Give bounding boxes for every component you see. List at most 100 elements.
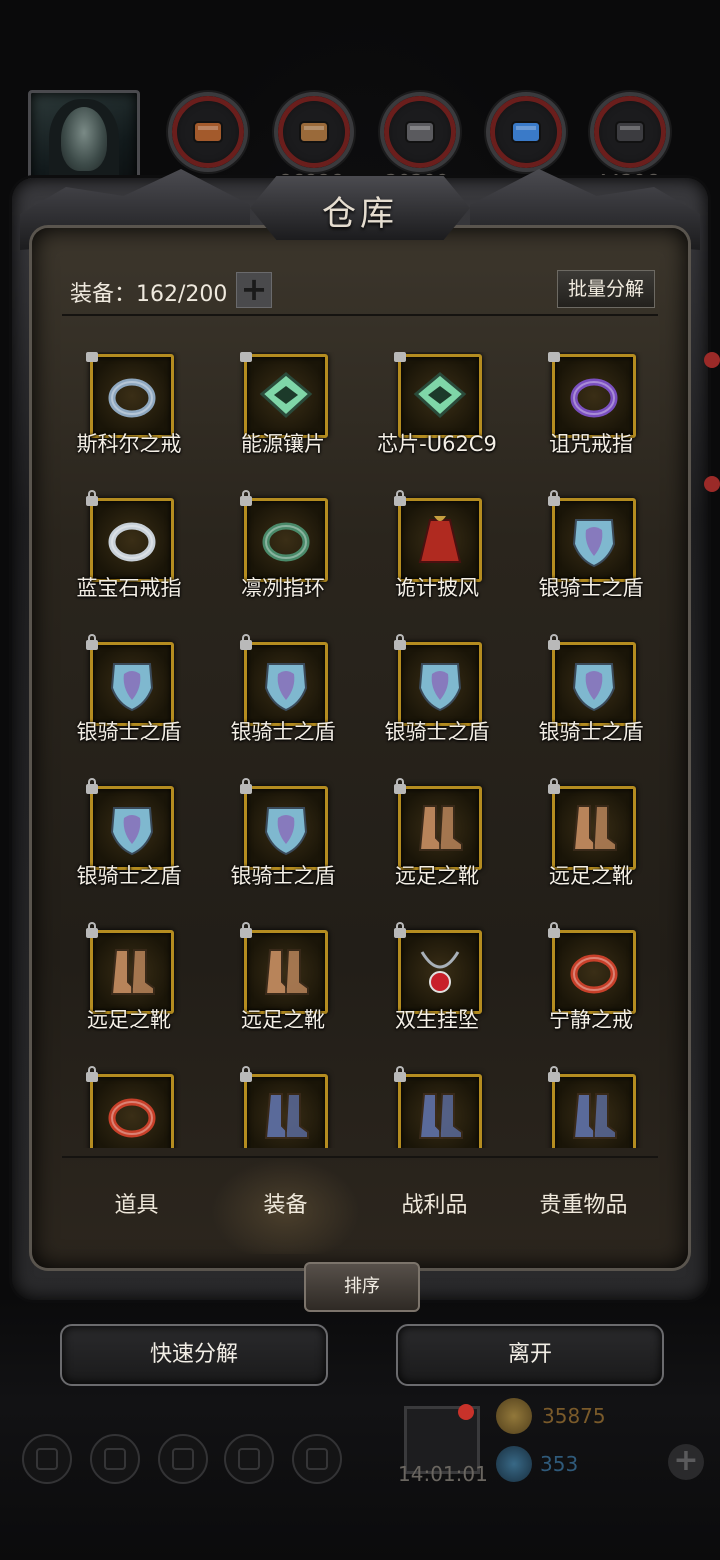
pendant-icon — [420, 951, 460, 993]
leave-button[interactable]: 离开 — [396, 1324, 664, 1386]
shield-icon — [418, 663, 462, 712]
sort-button[interactable]: 排序 — [304, 1262, 420, 1312]
shield-icon — [572, 519, 616, 568]
item-slot[interactable]: 银骑士之盾 — [206, 634, 360, 784]
lock-icon[interactable] — [394, 778, 408, 794]
guild-icon[interactable] — [158, 1434, 208, 1484]
ring-icon — [570, 378, 618, 418]
lock-icon[interactable] — [548, 634, 562, 650]
item-name: 斯科尔之戒 — [76, 432, 182, 456]
item-frame — [552, 642, 636, 726]
mail-icon[interactable] — [224, 1434, 274, 1484]
shield-icon — [110, 807, 154, 856]
crystal-icon[interactable] — [486, 92, 566, 172]
lock-icon[interactable] — [548, 490, 562, 506]
item-slot[interactable]: 远足之靴 — [52, 922, 206, 1072]
tab-label: 道具 — [114, 1193, 159, 1218]
item-slot[interactable] — [514, 1066, 668, 1148]
item-frame — [398, 354, 482, 438]
lock-icon[interactable] — [548, 778, 562, 794]
lock-icon[interactable] — [548, 922, 562, 938]
lock-icon[interactable] — [548, 352, 562, 362]
batch-dismantle-button[interactable]: 批量分解 — [557, 270, 655, 308]
item-frame — [244, 1074, 328, 1148]
item-slot[interactable]: 银骑士之盾 — [360, 634, 514, 784]
lock-icon[interactable] — [240, 634, 254, 650]
stone-blocks-icon[interactable] — [380, 92, 460, 172]
lock-icon[interactable] — [86, 490, 100, 506]
lock-icon[interactable] — [86, 634, 100, 650]
quest-icon[interactable] — [90, 1434, 140, 1484]
item-slot[interactable] — [206, 1066, 360, 1148]
item-grid[interactable]: 斯科尔之戒 能源镶片 芯片-U62C9 诅咒戒指 蓝宝石戒指 凛冽指环 诡计披风 银骑士之盾银… — [52, 352, 668, 1148]
tab-loot[interactable]: 战利品 — [360, 1158, 509, 1254]
tab-label: 贵重物品 — [539, 1193, 628, 1218]
item-frame — [244, 354, 328, 438]
item-frame — [90, 642, 174, 726]
map-icon[interactable] — [292, 1434, 342, 1484]
side-notification-dot — [704, 352, 720, 368]
lock-icon[interactable] — [394, 634, 408, 650]
item-slot[interactable]: 银骑士之盾 — [514, 490, 668, 640]
lock-icon[interactable] — [86, 778, 100, 794]
lock-icon[interactable] — [86, 922, 100, 938]
item-slot[interactable]: 诡计披风 — [360, 490, 514, 640]
tab-equipment[interactable]: 装备 — [211, 1158, 360, 1254]
lock-icon[interactable] — [394, 490, 408, 506]
boots-icon — [264, 1093, 309, 1139]
item-slot[interactable]: 银骑士之盾 — [514, 634, 668, 784]
item-slot[interactable]: 斯科尔之戒 — [52, 352, 206, 496]
cloak-icon — [418, 516, 462, 563]
item-name: 远足之靴 — [395, 864, 479, 888]
lock-icon[interactable] — [394, 922, 408, 938]
lock-icon[interactable] — [86, 1066, 100, 1082]
item-slot[interactable]: 远足之靴 — [514, 778, 668, 928]
item-slot[interactable]: 双生挂坠 — [360, 922, 514, 1072]
expand-capacity-button[interactable]: + — [236, 272, 272, 308]
item-slot[interactable]: 蓝宝石戒指 — [52, 490, 206, 640]
item-slot[interactable]: 宁静之戒 — [514, 922, 668, 1072]
item-slot[interactable] — [360, 1066, 514, 1148]
header-divider — [62, 314, 658, 316]
item-slot[interactable]: 芯片-U62C9 — [360, 352, 514, 496]
lock-icon[interactable] — [548, 1066, 562, 1082]
item-frame — [398, 786, 482, 870]
boots-icon — [418, 1093, 463, 1139]
lock-icon[interactable] — [240, 490, 254, 506]
item-frame — [90, 354, 174, 438]
planks-icon[interactable] — [274, 92, 354, 172]
item-name: 芯片-U62C9 — [377, 432, 497, 456]
settings-icon[interactable] — [22, 1434, 72, 1484]
item-slot[interactable] — [52, 1066, 206, 1148]
item-name: 银骑士之盾 — [76, 720, 182, 744]
shield-icon — [110, 663, 154, 712]
lock-icon[interactable] — [240, 352, 254, 362]
boots-icon — [418, 805, 463, 851]
lock-icon[interactable] — [240, 922, 254, 938]
tab-props[interactable]: 道具 — [62, 1158, 211, 1254]
item-slot[interactable]: 能源镶片 — [206, 352, 360, 496]
item-name: 远足之靴 — [549, 864, 633, 888]
item-slot[interactable]: 银骑士之盾 — [52, 634, 206, 784]
item-slot[interactable]: 远足之靴 — [206, 922, 360, 1072]
item-slot[interactable]: 诅咒戒指 — [514, 352, 668, 496]
add-currency-icon[interactable]: + — [668, 1444, 704, 1480]
lock-icon[interactable] — [86, 352, 100, 362]
item-slot[interactable]: 银骑士之盾 — [206, 778, 360, 928]
ring-icon — [108, 1098, 156, 1138]
item-slot[interactable]: 凛冽指环 — [206, 490, 360, 640]
item-slot[interactable]: 银骑士之盾 — [52, 778, 206, 928]
gift-notification-dot — [458, 1404, 474, 1420]
item-frame — [244, 786, 328, 870]
quick-dismantle-button[interactable]: 快速分解 — [60, 1324, 328, 1386]
lock-icon[interactable] — [240, 778, 254, 794]
lock-icon[interactable] — [240, 1066, 254, 1082]
shield-icon — [264, 663, 308, 712]
item-slot[interactable]: 远足之靴 — [360, 778, 514, 928]
item-name: 远足之靴 — [241, 1008, 325, 1032]
iron-ingot-icon[interactable] — [590, 92, 670, 172]
wood-logs-icon[interactable] — [168, 92, 248, 172]
tab-valuables[interactable]: 贵重物品 — [509, 1158, 658, 1254]
lock-icon[interactable] — [394, 1066, 408, 1082]
lock-icon[interactable] — [394, 352, 408, 362]
